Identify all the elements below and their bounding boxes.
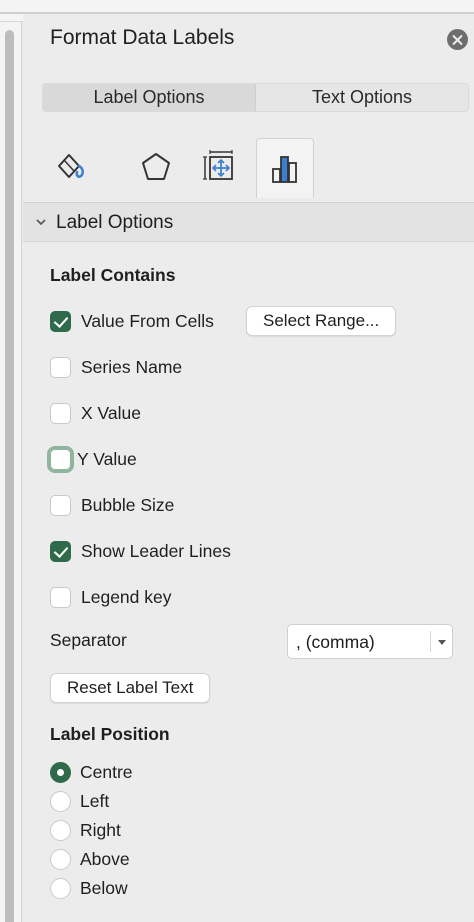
checkbox-label: Y Value [77, 448, 137, 469]
checkbox-x-value[interactable]: X Value [50, 400, 141, 426]
reset-label-text-button[interactable]: Reset Label Text [50, 673, 211, 703]
radio-label: Centre [80, 761, 133, 782]
tab-label-options[interactable]: Label Options [43, 84, 256, 111]
checkbox-label: Bubble Size [81, 494, 175, 515]
chevron-down-icon [36, 219, 46, 226]
effects-pentagon-icon [142, 153, 170, 180]
radio-label: Right [80, 819, 121, 840]
checkbox-value-from-cells[interactable]: Value From Cells [50, 308, 214, 334]
checkbox[interactable] [50, 586, 71, 608]
separator-dropdown[interactable]: , (comma) [287, 624, 453, 659]
checkbox[interactable] [50, 356, 71, 378]
checkbox[interactable] [50, 540, 71, 562]
checkbox[interactable] [50, 402, 71, 424]
select-range-button[interactable]: Select Range... [246, 306, 397, 336]
checkbox-legend-key[interactable]: Legend key [50, 584, 172, 610]
checkbox-label: Legend key [81, 586, 172, 607]
radio-above[interactable]: Above [50, 847, 130, 871]
size-properties-icon [203, 150, 233, 180]
radio-button[interactable] [50, 848, 71, 870]
checkbox-label: Value From Cells [81, 310, 214, 331]
checkbox[interactable] [47, 445, 74, 473]
radio-button[interactable] [50, 761, 71, 783]
separator-value: , (comma) [296, 632, 375, 652]
section-title: Label Options [56, 212, 174, 233]
scrollbar-thumb[interactable] [5, 30, 14, 922]
pane-title: Format Data Labels [50, 26, 235, 49]
checkbox[interactable] [50, 310, 71, 332]
label-contains-heading: Label Contains [50, 265, 176, 285]
checkbox-show-leader-lines[interactable]: Show Leader Lines [50, 538, 231, 564]
radio-label: Left [80, 790, 110, 811]
tab-fill-line[interactable] [44, 138, 102, 196]
radio-button[interactable] [50, 790, 71, 812]
tab-text-options[interactable]: Text Options [256, 84, 468, 111]
checkbox-series-name[interactable]: Series Name [50, 354, 182, 380]
tab-effects[interactable] [127, 138, 185, 196]
close-icon[interactable] [447, 29, 468, 50]
radio-centre[interactable]: Centre [50, 760, 133, 784]
radio-label: Below [80, 877, 128, 898]
checkbox-label: Show Leader Lines [81, 540, 231, 561]
radio-button[interactable] [50, 877, 71, 899]
radio-button[interactable] [50, 819, 71, 841]
fill-line-icon [58, 154, 84, 178]
separator-label: Separator [50, 630, 127, 650]
scrollbar-track[interactable] [0, 22, 22, 922]
bar-chart-icon [272, 155, 297, 183]
icon-tab-bar [42, 138, 474, 198]
radio-right[interactable]: Right [50, 818, 121, 842]
dropdown-divider [430, 631, 431, 652]
checkbox-label: Series Name [81, 356, 183, 377]
tab-label-options-chart[interactable] [256, 138, 314, 198]
options-segmented-control: Label Options Text Options [42, 83, 469, 112]
checkbox-y-value[interactable]: Y Value [47, 445, 137, 473]
checkbox-label: X Value [81, 402, 141, 423]
chevron-down-icon[interactable] [438, 640, 446, 645]
label-options-section-header[interactable]: Label Options [23, 202, 474, 242]
format-data-labels-pane: Format Data Labels Label Options Text Op… [23, 14, 474, 922]
checkbox[interactable] [50, 494, 71, 516]
checkbox-bubble-size[interactable]: Bubble Size [50, 492, 174, 518]
radio-left[interactable]: Left [50, 789, 109, 813]
label-position-heading: Label Position [50, 724, 170, 744]
tab-size-properties[interactable] [192, 138, 250, 196]
radio-label: Above [80, 848, 130, 869]
radio-below[interactable]: Below [50, 876, 128, 900]
